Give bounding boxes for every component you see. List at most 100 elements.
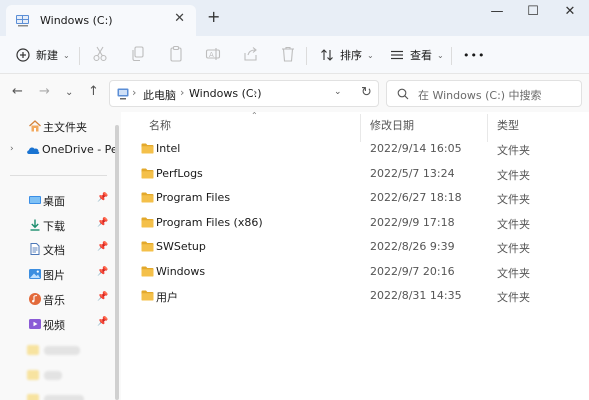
folder-icon xyxy=(27,345,39,355)
share-icon[interactable] xyxy=(243,45,259,63)
sidebar-item-downloads[interactable]: 下载 📌 xyxy=(0,214,117,236)
sort-button[interactable]: 排序 ⌄ xyxy=(320,46,374,64)
file-modified: 2022/8/31 14:35 xyxy=(370,289,462,302)
table-row[interactable]: SWSetup 2022/8/26 9:39 文件夹 xyxy=(121,235,589,259)
breadcrumb-this-pc[interactable]: 此电脑 xyxy=(143,87,176,103)
tab-close-icon[interactable]: ✕ xyxy=(174,12,185,26)
pin-icon[interactable]: 📌 xyxy=(97,218,108,228)
new-tab-button[interactable]: + xyxy=(207,9,220,25)
refresh-icon[interactable]: ↻ xyxy=(361,85,372,100)
column-header-modified[interactable]: 修改日期 xyxy=(370,117,414,133)
pin-icon[interactable]: 📌 xyxy=(97,267,108,277)
file-modified: 2022/9/14 16:05 xyxy=(370,142,462,155)
pin-icon[interactable]: 📌 xyxy=(97,317,108,327)
sidebar-scrollbar[interactable] xyxy=(115,125,119,400)
rename-icon[interactable]: A xyxy=(205,45,221,63)
sidebar-item-pictures[interactable]: 图片 📌 xyxy=(0,263,117,285)
home-icon xyxy=(29,120,41,132)
copy-icon[interactable] xyxy=(130,45,146,63)
table-row[interactable]: 用户 2022/8/31 14:35 文件夹 xyxy=(121,284,589,308)
table-row[interactable]: Windows 2022/9/7 20:16 文件夹 xyxy=(121,260,589,284)
tab-title: Windows (C:) xyxy=(40,14,113,27)
table-row[interactable]: PerfLogs 2022/5/7 13:24 文件夹 xyxy=(121,162,589,186)
breadcrumb-windows-c[interactable]: Windows (C:) xyxy=(189,87,262,100)
folder-icon xyxy=(27,394,39,400)
file-list: ⌃ 名称 修改日期 类型 Intel 2022/9/14 16:05 文件夹 Perf… xyxy=(121,111,589,400)
address-bar[interactable]: › 此电脑 › Windows (C:) › ⌄ ↻ xyxy=(109,80,379,107)
back-arrow-icon[interactable]: ← xyxy=(12,85,23,99)
sidebar-item-label: OneDrive - Per xyxy=(42,143,117,156)
table-row[interactable]: Program Files (x86) 2022/9/9 17:18 文件夹 xyxy=(121,211,589,235)
minimize-button[interactable]: — xyxy=(477,5,517,19)
folder-icon xyxy=(27,370,39,380)
file-type: 文件夹 xyxy=(497,291,530,304)
folder-icon xyxy=(141,143,154,154)
view-label: 查看 xyxy=(410,49,432,62)
sidebar-item-documents[interactable]: 文档 📌 xyxy=(0,238,117,260)
address-dropdown-icon[interactable]: ⌄ xyxy=(334,87,342,97)
file-name: Windows xyxy=(156,264,206,278)
recent-locations-chevron-icon[interactable]: ⌄ xyxy=(65,86,73,100)
divider xyxy=(79,47,80,65)
file-modified: 2022/5/7 13:24 xyxy=(370,166,455,180)
folder-icon xyxy=(141,192,154,203)
onedrive-icon xyxy=(27,147,40,154)
divider xyxy=(451,47,452,65)
sidebar-item-label: 图片 xyxy=(43,269,65,282)
maximize-button[interactable]: ☐ xyxy=(513,5,553,19)
delete-icon[interactable] xyxy=(280,45,296,63)
file-name: Intel xyxy=(156,142,181,155)
download-icon xyxy=(30,219,40,231)
sort-icon xyxy=(321,49,333,61)
videos-icon xyxy=(29,319,41,329)
view-button[interactable]: 查看 ⌄ xyxy=(390,46,444,64)
sidebar-item-videos[interactable]: 视频 📌 xyxy=(0,313,117,335)
folder-icon xyxy=(141,290,154,301)
table-row[interactable]: Program Files 2022/6/27 18:18 文件夹 xyxy=(121,186,589,210)
command-bar: 新建 ⌄ A 排序 ⌄ 查看 ⌄ ••• xyxy=(0,36,589,74)
column-header-name[interactable]: 名称 xyxy=(149,117,171,133)
sort-up-icon: ⌃ xyxy=(251,111,258,120)
sidebar-item-label: 下载 xyxy=(43,220,65,233)
tab-windows-c[interactable]: Windows (C:) ✕ xyxy=(6,5,196,36)
sidebar-item-music[interactable]: 音乐 📌 xyxy=(0,288,117,310)
navigation-bar: ← → ⌄ ↑ › 此电脑 › Windows (C:) › ⌄ ↻ 在 Win… xyxy=(0,74,589,112)
sidebar-item-label: 桌面 xyxy=(43,195,65,208)
blurred-item xyxy=(44,395,84,400)
view-list-icon xyxy=(391,50,403,60)
file-modified: 2022/6/27 18:18 xyxy=(370,191,462,204)
forward-arrow-icon[interactable]: → xyxy=(39,85,50,99)
folder-icon xyxy=(141,241,154,252)
pin-icon[interactable]: 📌 xyxy=(97,193,108,203)
search-box[interactable]: 在 Windows (C:) 中搜索 xyxy=(386,80,582,107)
more-options-button[interactable]: ••• xyxy=(463,46,485,64)
file-type: 文件夹 xyxy=(497,193,530,206)
up-arrow-icon[interactable]: ↑ xyxy=(88,85,99,99)
chevron-right-icon[interactable]: › xyxy=(10,144,14,154)
breadcrumb-separator: › xyxy=(253,86,258,99)
file-type: 文件夹 xyxy=(497,217,530,231)
svg-text:A: A xyxy=(209,51,214,59)
blurred-item xyxy=(44,371,62,380)
column-header-type[interactable]: 类型 xyxy=(497,117,519,133)
new-button[interactable]: 新建 ⌄ xyxy=(16,46,70,64)
file-type: 文件夹 xyxy=(497,266,530,280)
pin-icon[interactable]: 📌 xyxy=(97,292,108,302)
close-window-button[interactable]: ✕ xyxy=(550,5,589,19)
pin-icon[interactable]: 📌 xyxy=(97,242,108,252)
chevron-down-icon: ⌄ xyxy=(367,50,374,60)
sidebar-divider xyxy=(10,175,107,176)
paste-icon[interactable] xyxy=(168,45,184,63)
table-row[interactable]: Intel 2022/9/14 16:05 文件夹 xyxy=(121,137,589,161)
this-pc-icon xyxy=(117,88,129,100)
file-modified: 2022/9/9 17:18 xyxy=(370,215,455,229)
title-bar: Windows (C:) ✕ + — ☐ ✕ xyxy=(0,0,589,36)
sidebar-item-home[interactable]: 主文件夹 xyxy=(0,115,117,137)
file-modified: 2022/8/26 9:39 xyxy=(370,240,455,253)
sidebar-item-desktop[interactable]: 桌面 📌 xyxy=(0,189,117,211)
cut-icon[interactable] xyxy=(92,45,108,63)
blurred-item xyxy=(44,346,80,355)
file-name: PerfLogs xyxy=(156,166,203,180)
breadcrumb-separator: › xyxy=(132,86,137,99)
sidebar-item-onedrive[interactable]: › OneDrive - Per xyxy=(0,139,117,161)
